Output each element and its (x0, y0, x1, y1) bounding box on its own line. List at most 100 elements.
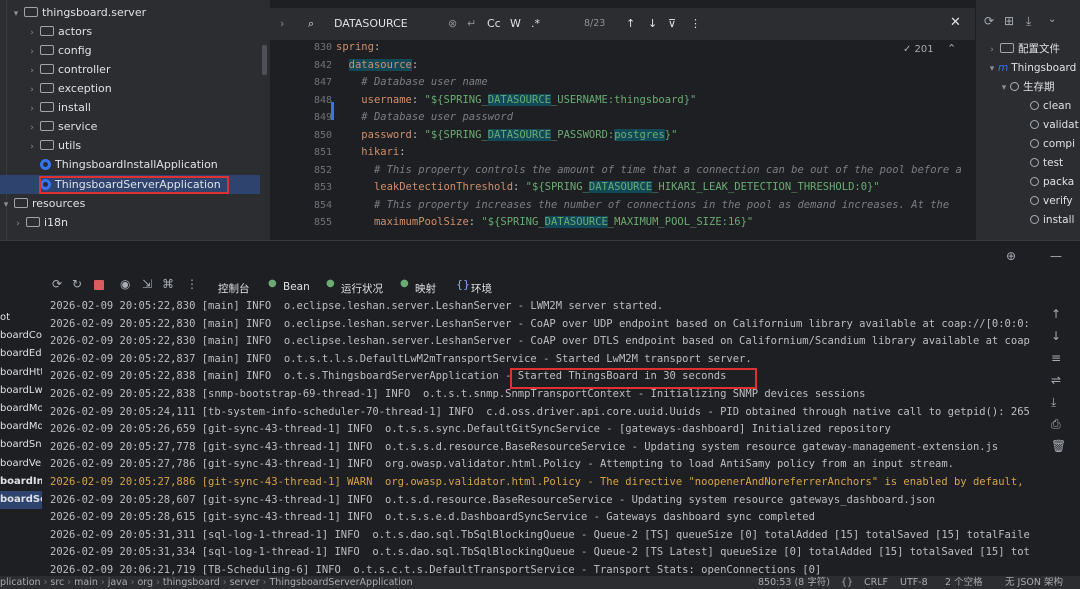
run-config-item[interactable]: boardSnm (0, 436, 42, 454)
reload-icon[interactable]: ⟳ (984, 14, 994, 28)
download-icon[interactable]: ⤓ (1026, 14, 1031, 29)
code-area[interactable]: 830 spring: 842 datasource: 847 # Database … (270, 40, 975, 240)
tree-item-service[interactable]: › service (26, 117, 97, 136)
breadcrumb-item[interactable]: java (108, 577, 128, 588)
lifecycle-install[interactable]: install (1030, 211, 1074, 230)
more-options-icon[interactable]: ⋮ (690, 17, 701, 30)
soft-wrap-icon[interactable]: ≡ (1051, 351, 1061, 365)
json-schema[interactable]: 无 JSON 架构 (1005, 576, 1063, 589)
clear-search-icon[interactable]: ⊗ (448, 17, 457, 30)
more-icon[interactable]: ⋮ (186, 277, 198, 291)
folder-add-icon[interactable]: ⊞ (1004, 14, 1014, 28)
arrow-up-icon[interactable]: ↑ (1051, 307, 1061, 321)
code-line[interactable]: username: "${SPRING_DATASOURCE_USERNAME:… (336, 93, 696, 106)
arrow-down-icon[interactable]: ↓ (1051, 329, 1061, 343)
tree-item-exception[interactable]: › exception (26, 79, 112, 98)
run-config-item[interactable]: boardLwr (0, 382, 42, 400)
run-config-item[interactable]: boardVer (0, 455, 42, 473)
previous-match-icon[interactable]: ↑ (626, 17, 635, 30)
cursor-position[interactable]: 850:53 (8 字符) (758, 576, 830, 589)
close-find-icon[interactable]: ✕ (950, 15, 961, 30)
tree-item-actors[interactable]: › actors (26, 22, 92, 41)
layout-icon[interactable]: ⌘ (162, 277, 174, 291)
next-match-icon[interactable]: ↓ (648, 17, 657, 30)
run-config-item[interactable]: boardMo (0, 400, 42, 418)
scroll-to-end-icon[interactable]: ⤓ (1051, 395, 1056, 410)
match-case-toggle[interactable]: Cc (487, 17, 501, 30)
tree-item-resources[interactable]: ▾ resources (0, 194, 86, 213)
inspection-badge[interactable]: ✓ 201 (903, 44, 934, 55)
find-query-input[interactable]: DATASOURCE (334, 17, 408, 30)
chevron-down-icon[interactable]: ⌄ (1048, 14, 1056, 25)
expand-replace-icon[interactable]: › (280, 17, 284, 30)
code-line[interactable]: hikari: (336, 146, 405, 158)
tree-item-utils[interactable]: › utils (26, 136, 81, 155)
code-line[interactable]: # Database user name (336, 76, 487, 88)
chevron-up-icon[interactable]: ⌃ (947, 42, 956, 55)
line-separator[interactable]: CRLF (864, 576, 888, 589)
run-config-item[interactable]: boardHtt (0, 364, 42, 382)
tree-item-install-application[interactable]: ThingsboardInstallApplication (38, 155, 218, 174)
lifecycle-verify[interactable]: verify (1030, 192, 1073, 211)
rerun-icon[interactable]: ⟳ (52, 277, 62, 291)
code-line[interactable]: spring: (336, 41, 380, 53)
clear-all-icon[interactable]: 🗑 (1051, 439, 1066, 453)
tree-item-server-application[interactable]: ThingsboardServerApplication (0, 175, 260, 194)
regex-toggle[interactable]: .* (531, 17, 540, 30)
settings-icon[interactable]: ⊕ (1006, 249, 1016, 263)
code-editor[interactable]: › ⌕ DATASOURCE ⊗ ↵ Cc W .* 8/23 ↑ ↓ ⊽ ⋮ … (270, 0, 975, 240)
lifecycle-validate[interactable]: validat (1030, 116, 1079, 135)
run-config-item[interactable]: boardSer (0, 491, 42, 509)
tab-bean[interactable]: Bean (283, 281, 310, 293)
tree-item-thingsboard-server[interactable]: ▾ thingsboard.server (10, 3, 146, 22)
code-line[interactable]: maximumPoolSize: "${SPRING_DATASOURCE_MA… (336, 216, 753, 228)
code-line[interactable]: password: "${SPRING_DATASOURCE_PASSWORD:… (336, 128, 677, 141)
maven-item-profiles[interactable]: › 配置文件 (986, 40, 1060, 59)
tree-item-install[interactable]: › install (26, 98, 91, 117)
filter-icon[interactable]: ⊽ (668, 17, 676, 30)
run-config-item[interactable]: boardEdc (0, 345, 42, 363)
tab-console[interactable]: 控制台 (218, 281, 250, 296)
console-output[interactable]: 2026-02-09 20:05:22,830 [main] INFO o.ec… (42, 298, 1040, 577)
breadcrumb-item[interactable]: plication (0, 577, 41, 588)
tab-health[interactable]: 运行状况 (341, 281, 383, 296)
tree-scrollbar[interactable] (262, 45, 267, 75)
tab-mappings[interactable]: 映射 (415, 281, 436, 296)
code-line[interactable]: # This property controls the amount of t… (336, 164, 962, 176)
run-config-item[interactable]: boardCoa (0, 327, 42, 345)
breadcrumb-item[interactable]: thingsboard (163, 577, 220, 588)
maven-item-lifecycle[interactable]: ▾ 生存期 (998, 78, 1055, 97)
camera-icon[interactable]: ◉ (120, 277, 130, 291)
breadcrumb-item[interactable]: org (137, 577, 153, 588)
breadcrumb-item[interactable]: ThingsboardServerApplication (270, 577, 413, 588)
run-config-item[interactable]: boardIns (0, 473, 42, 491)
stop-icon[interactable] (94, 280, 104, 290)
indent-setting[interactable]: 2 个空格 (945, 576, 983, 589)
code-line[interactable]: # This property increases the number of … (336, 199, 949, 211)
code-line[interactable]: # Database user password (336, 111, 513, 123)
whole-word-toggle[interactable]: W (510, 17, 521, 30)
lifecycle-compile[interactable]: compi (1030, 135, 1075, 154)
filter-icon[interactable]: ⇌ (1051, 373, 1061, 387)
tree-item-config[interactable]: › config (26, 41, 91, 60)
tree-item-i18n[interactable]: › i18n (12, 213, 68, 232)
lifecycle-clean[interactable]: clean (1030, 97, 1071, 116)
run-config-item[interactable]: boardMq (0, 418, 42, 436)
tree-item-controller[interactable]: › controller (26, 60, 110, 79)
print-icon[interactable]: ⎙ (1051, 417, 1061, 432)
minimize-icon[interactable]: — (1050, 249, 1062, 263)
new-line-icon[interactable]: ↵ (467, 17, 476, 30)
restart-icon[interactable]: ↻ (72, 277, 82, 291)
breadcrumb-item[interactable]: src (50, 577, 64, 588)
lifecycle-test[interactable]: test (1030, 154, 1063, 173)
file-encoding[interactable]: UTF-8 (900, 576, 928, 589)
breadcrumb-item[interactable]: server (230, 577, 260, 588)
code-line[interactable]: datasource: (336, 58, 418, 71)
import-icon[interactable]: ⇲ (142, 277, 152, 291)
code-line[interactable]: leakDetectionThreshold: "${SPRING_DATASO… (336, 181, 880, 193)
run-config-item[interactable]: ot (0, 309, 10, 327)
breadcrumb-item[interactable]: main (74, 577, 98, 588)
tab-environment[interactable]: 环境 (471, 281, 492, 296)
maven-item-project[interactable]: ▾ m Thingsboard (986, 59, 1077, 78)
lifecycle-package[interactable]: packa (1030, 173, 1074, 192)
